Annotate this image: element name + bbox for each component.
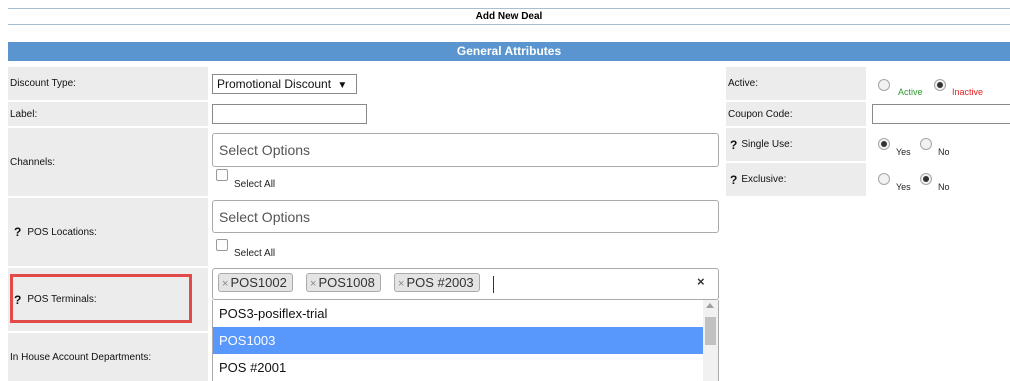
discount-type-select[interactable]: Promotional Discount ▼: [212, 74, 357, 94]
dropdown-option[interactable]: POS #2001: [213, 354, 703, 381]
help-icon[interactable]: ?: [14, 225, 21, 239]
active-radio[interactable]: [878, 79, 890, 91]
active-radio-label: Active: [898, 87, 923, 97]
pos-locations-select-all-checkbox[interactable]: [216, 239, 228, 251]
exclusive-label: ? Exclusive:: [726, 163, 866, 196]
in-house-account-departments-label: In House Account Departments:: [8, 333, 208, 381]
help-icon[interactable]: ?: [14, 293, 21, 307]
pos-locations-label: ? POS Locations:: [8, 198, 208, 266]
inactive-radio[interactable]: [934, 79, 946, 91]
scroll-up-arrow-icon[interactable]: [706, 303, 714, 308]
channels-label: Channels:: [8, 128, 208, 196]
single-use-no-radio[interactable]: [920, 138, 932, 150]
chevron-down-icon: ▼: [337, 80, 348, 91]
selected-tag[interactable]: × POS1002: [218, 273, 293, 292]
pos-terminals-dropdown[interactable]: POS3-posiflex-trial POS1003 POS #2001: [212, 300, 719, 381]
single-use-no-label: No: [938, 147, 950, 157]
label-field-label: Label:: [8, 102, 208, 126]
help-icon[interactable]: ?: [730, 173, 737, 187]
exclusive-no-label: No: [938, 182, 950, 192]
remove-tag-icon[interactable]: ×: [310, 278, 316, 290]
scrollbar-thumb[interactable]: [705, 317, 716, 345]
selected-tag[interactable]: × POS1008: [306, 273, 381, 292]
single-use-label: ? Single Use:: [726, 128, 866, 161]
discount-type-label: Discount Type:: [8, 67, 208, 100]
section-header-general-attributes: General Attributes: [8, 42, 1010, 61]
label-input[interactable]: [212, 104, 367, 124]
remove-tag-icon[interactable]: ×: [222, 278, 228, 290]
dropdown-scrollbar[interactable]: [703, 300, 718, 381]
channels-multiselect[interactable]: Select Options: [212, 133, 719, 167]
exclusive-yes-radio[interactable]: [878, 173, 890, 185]
channels-select-all-checkbox[interactable]: [216, 169, 228, 181]
coupon-code-input[interactable]: [872, 104, 1010, 124]
pos-terminals-label: ? POS Terminals:: [8, 268, 208, 331]
pos-locations-multiselect[interactable]: Select Options: [212, 200, 719, 233]
single-use-yes-label: Yes: [896, 147, 911, 157]
exclusive-no-radio[interactable]: [920, 173, 932, 185]
selected-tag[interactable]: × POS #2003: [394, 273, 480, 292]
help-icon[interactable]: ?: [730, 138, 737, 152]
text-cursor: [493, 276, 494, 293]
dropdown-option[interactable]: POS3-posiflex-trial: [213, 300, 703, 327]
pos-terminals-multiselect[interactable]: × POS1002 × POS1008 × POS #2003 ×: [212, 268, 719, 300]
clear-icon[interactable]: ×: [697, 274, 705, 289]
dropdown-option-highlighted[interactable]: POS1003: [213, 327, 703, 354]
page-title: Add New Deal: [8, 8, 1010, 25]
coupon-code-label: Coupon Code:: [726, 102, 866, 126]
channels-select-all-label: Select All: [234, 179, 276, 190]
exclusive-yes-label: Yes: [896, 182, 911, 192]
active-label: Active:: [726, 67, 866, 100]
pos-locations-select-all-label: Select All: [234, 248, 276, 259]
remove-tag-icon[interactable]: ×: [398, 278, 404, 290]
inactive-radio-label: Inactive: [952, 87, 984, 97]
single-use-yes-radio[interactable]: [878, 138, 890, 150]
